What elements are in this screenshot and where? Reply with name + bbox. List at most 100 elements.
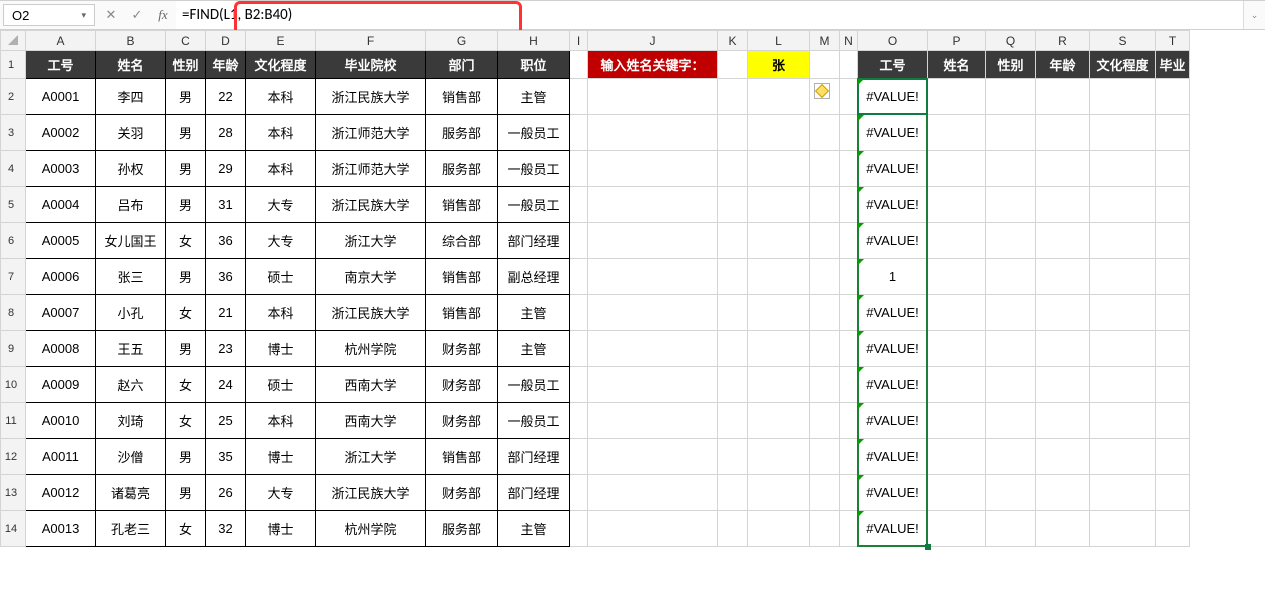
cell-O7[interactable]: 1 (858, 259, 928, 295)
cell-N1[interactable] (840, 51, 858, 79)
col-header-G[interactable]: G (426, 31, 498, 51)
cell-Q13[interactable] (986, 475, 1036, 511)
cell-P10[interactable] (928, 367, 986, 403)
cell-I10[interactable] (570, 367, 588, 403)
cell-S12[interactable] (1090, 439, 1156, 475)
cell-H8[interactable]: 主管 (498, 295, 570, 331)
cell-H10[interactable]: 一般员工 (498, 367, 570, 403)
col-header-Q[interactable]: Q (986, 31, 1036, 51)
cell-E14[interactable]: 博士 (246, 511, 316, 547)
col-header-T[interactable]: T (1156, 31, 1190, 51)
cell-K12[interactable] (718, 439, 748, 475)
cell-D11[interactable]: 25 (206, 403, 246, 439)
cell-T14[interactable] (1156, 511, 1190, 547)
cell-E12[interactable]: 博士 (246, 439, 316, 475)
row-header-8[interactable]: 8 (1, 295, 26, 331)
cell-R2[interactable] (1036, 79, 1090, 115)
cell-J13[interactable] (588, 475, 718, 511)
row-header-5[interactable]: 5 (1, 187, 26, 223)
cell-S10[interactable] (1090, 367, 1156, 403)
cell-S7[interactable] (1090, 259, 1156, 295)
cell-B12[interactable]: 沙僧 (96, 439, 166, 475)
cell-I13[interactable] (570, 475, 588, 511)
cell-Q4[interactable] (986, 151, 1036, 187)
col-header-I[interactable]: I (570, 31, 588, 51)
cell-D14[interactable]: 32 (206, 511, 246, 547)
cell-F5[interactable]: 浙江民族大学 (316, 187, 426, 223)
cell-B11[interactable]: 刘琦 (96, 403, 166, 439)
row-header-6[interactable]: 6 (1, 223, 26, 259)
cell-I9[interactable] (570, 331, 588, 367)
cell-J5[interactable] (588, 187, 718, 223)
cell-E13[interactable]: 大专 (246, 475, 316, 511)
cell-D10[interactable]: 24 (206, 367, 246, 403)
cell-R4[interactable] (1036, 151, 1090, 187)
cell-D6[interactable]: 36 (206, 223, 246, 259)
cell-P7[interactable] (928, 259, 986, 295)
cell-T9[interactable] (1156, 331, 1190, 367)
cell-F1[interactable]: 毕业院校 (316, 51, 426, 79)
cell-A14[interactable]: A0013 (26, 511, 96, 547)
cell-I1[interactable] (570, 51, 588, 79)
cell-B1[interactable]: 姓名 (96, 51, 166, 79)
cell-F11[interactable]: 西南大学 (316, 403, 426, 439)
cell-P2[interactable] (928, 79, 986, 115)
cell-D9[interactable]: 23 (206, 331, 246, 367)
cell-D2[interactable]: 22 (206, 79, 246, 115)
cell-A5[interactable]: A0004 (26, 187, 96, 223)
cell-L8[interactable] (748, 295, 810, 331)
cell-R1[interactable]: 年龄 (1036, 51, 1090, 79)
cell-N8[interactable] (840, 295, 858, 331)
cell-L9[interactable] (748, 331, 810, 367)
cell-S2[interactable] (1090, 79, 1156, 115)
col-header-J[interactable]: J (588, 31, 718, 51)
cell-A4[interactable]: A0003 (26, 151, 96, 187)
cell-E1[interactable]: 文化程度 (246, 51, 316, 79)
cell-P1[interactable]: 姓名 (928, 51, 986, 79)
cell-M9[interactable] (810, 331, 840, 367)
cell-A9[interactable]: A0008 (26, 331, 96, 367)
col-header-K[interactable]: K (718, 31, 748, 51)
cell-N7[interactable] (840, 259, 858, 295)
cell-C5[interactable]: 男 (166, 187, 206, 223)
cancel-button[interactable]: ✕ (98, 1, 124, 29)
cell-C7[interactable]: 男 (166, 259, 206, 295)
col-header-L[interactable]: L (748, 31, 810, 51)
cell-J14[interactable] (588, 511, 718, 547)
cell-H2[interactable]: 主管 (498, 79, 570, 115)
cell-E10[interactable]: 硕士 (246, 367, 316, 403)
cell-G9[interactable]: 财务部 (426, 331, 498, 367)
cell-M10[interactable] (810, 367, 840, 403)
cell-L11[interactable] (748, 403, 810, 439)
cell-F4[interactable]: 浙江师范大学 (316, 151, 426, 187)
row-header-12[interactable]: 12 (1, 439, 26, 475)
cell-R5[interactable] (1036, 187, 1090, 223)
cell-C9[interactable]: 男 (166, 331, 206, 367)
cell-G5[interactable]: 销售部 (426, 187, 498, 223)
cell-S13[interactable] (1090, 475, 1156, 511)
cell-C1[interactable]: 性别 (166, 51, 206, 79)
cell-O1[interactable]: 工号 (858, 51, 928, 79)
cell-Q10[interactable] (986, 367, 1036, 403)
cell-H12[interactable]: 部门经理 (498, 439, 570, 475)
cell-A12[interactable]: A0011 (26, 439, 96, 475)
cell-A13[interactable]: A0012 (26, 475, 96, 511)
col-header-M[interactable]: M (810, 31, 840, 51)
cell-F6[interactable]: 浙江大学 (316, 223, 426, 259)
cell-A3[interactable]: A0002 (26, 115, 96, 151)
cell-R12[interactable] (1036, 439, 1090, 475)
cell-T4[interactable] (1156, 151, 1190, 187)
cell-G14[interactable]: 服务部 (426, 511, 498, 547)
col-header-A[interactable]: A (26, 31, 96, 51)
cell-I6[interactable] (570, 223, 588, 259)
cell-K10[interactable] (718, 367, 748, 403)
cell-S6[interactable] (1090, 223, 1156, 259)
cell-F9[interactable]: 杭州学院 (316, 331, 426, 367)
cell-D13[interactable]: 26 (206, 475, 246, 511)
cell-F7[interactable]: 南京大学 (316, 259, 426, 295)
cell-A8[interactable]: A0007 (26, 295, 96, 331)
cell-J8[interactable] (588, 295, 718, 331)
cell-E5[interactable]: 大专 (246, 187, 316, 223)
cell-B8[interactable]: 小孔 (96, 295, 166, 331)
cell-K2[interactable] (718, 79, 748, 115)
